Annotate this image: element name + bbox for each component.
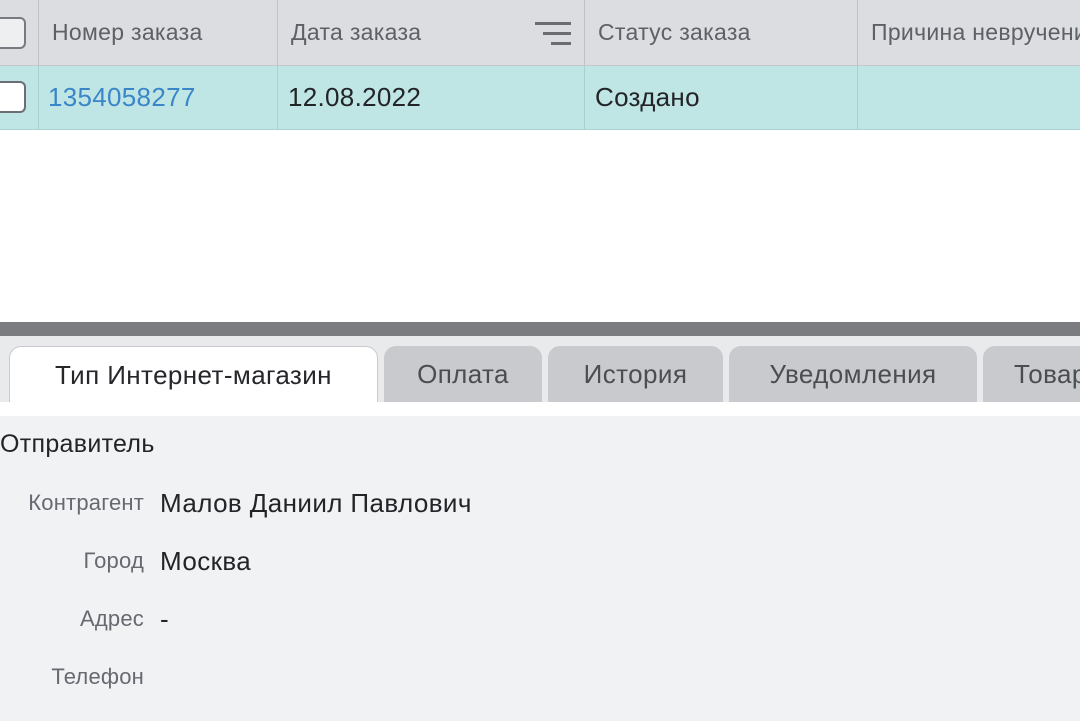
section-title-sender: Отправитель (0, 430, 155, 458)
column-header-label: Номер заказа (52, 19, 203, 45)
order-date-value: 12.08.2022 (288, 82, 422, 112)
tab-label: История (583, 358, 688, 389)
select-all-checkbox[interactable] (0, 17, 26, 49)
order-number-cell: 1354058277 (48, 66, 276, 129)
column-divider (277, 66, 278, 129)
counterparty-link[interactable]: Малов Даниил Павлович (160, 488, 472, 519)
column-divider (584, 0, 585, 65)
column-header-order-status[interactable]: Статус заказа (598, 0, 856, 65)
tab-payment[interactable]: Оплата (384, 346, 542, 402)
tab-history[interactable]: История (548, 346, 723, 402)
field-label-counterparty: Контрагент (28, 490, 144, 515)
tab-label: Оплата (417, 358, 509, 389)
column-divider (857, 66, 858, 129)
order-number-link[interactable]: 1354058277 (48, 82, 196, 113)
filter-lines-icon[interactable] (535, 20, 575, 48)
tab-label: Уведомления (769, 358, 937, 389)
column-header-nondelivery-reason[interactable]: Причина невручения (871, 0, 1080, 65)
orders-page: Номер заказа Дата заказа Статус заказа П… (0, 0, 1080, 721)
column-divider (38, 66, 39, 129)
row-select-cell (0, 66, 38, 129)
field-value-city: Москва (160, 546, 252, 576)
column-header-label: Причина невручения (871, 19, 1080, 45)
row-checkbox[interactable] (0, 81, 26, 113)
tab-goods[interactable]: Товары (983, 346, 1080, 402)
order-status-cell: Создано (595, 66, 855, 129)
grid-header: Номер заказа Дата заказа Статус заказа П… (0, 0, 1080, 66)
column-divider (38, 0, 39, 65)
field-label-address: Адрес (80, 606, 144, 631)
orders-grid: Номер заказа Дата заказа Статус заказа П… (0, 0, 1080, 322)
tab-notifications[interactable]: Уведомления (729, 346, 977, 402)
details-tabs: Тип Интернет-магазин Оплата История Увед… (0, 336, 1080, 404)
tab-label: Тип Интернет-магазин (55, 360, 332, 390)
details-panel: Отправитель Контрагент Малов Даниил Павл… (0, 402, 1080, 721)
panel-splitter[interactable] (0, 322, 1080, 336)
field-value-address: - (160, 604, 170, 634)
order-status-value: Создано (595, 82, 700, 112)
field-label-phone: Телефон (51, 664, 144, 689)
tab-label: Товары (1014, 358, 1080, 389)
table-row[interactable]: 1354058277 12.08.2022 Создано (0, 66, 1080, 130)
select-all-cell (0, 0, 38, 65)
column-divider (277, 0, 278, 65)
column-divider (584, 66, 585, 129)
details-top-strip (0, 402, 1080, 416)
column-header-label: Дата заказа (291, 19, 422, 45)
column-divider (857, 0, 858, 65)
column-header-label: Статус заказа (598, 19, 751, 45)
order-date-cell: 12.08.2022 (288, 66, 582, 129)
column-header-order-number[interactable]: Номер заказа (52, 0, 276, 65)
tab-online-store-type[interactable]: Тип Интернет-магазин (9, 346, 378, 404)
column-header-order-date[interactable]: Дата заказа (291, 0, 531, 65)
nondelivery-reason-cell (871, 66, 1080, 129)
field-label-city: Город (83, 548, 144, 573)
